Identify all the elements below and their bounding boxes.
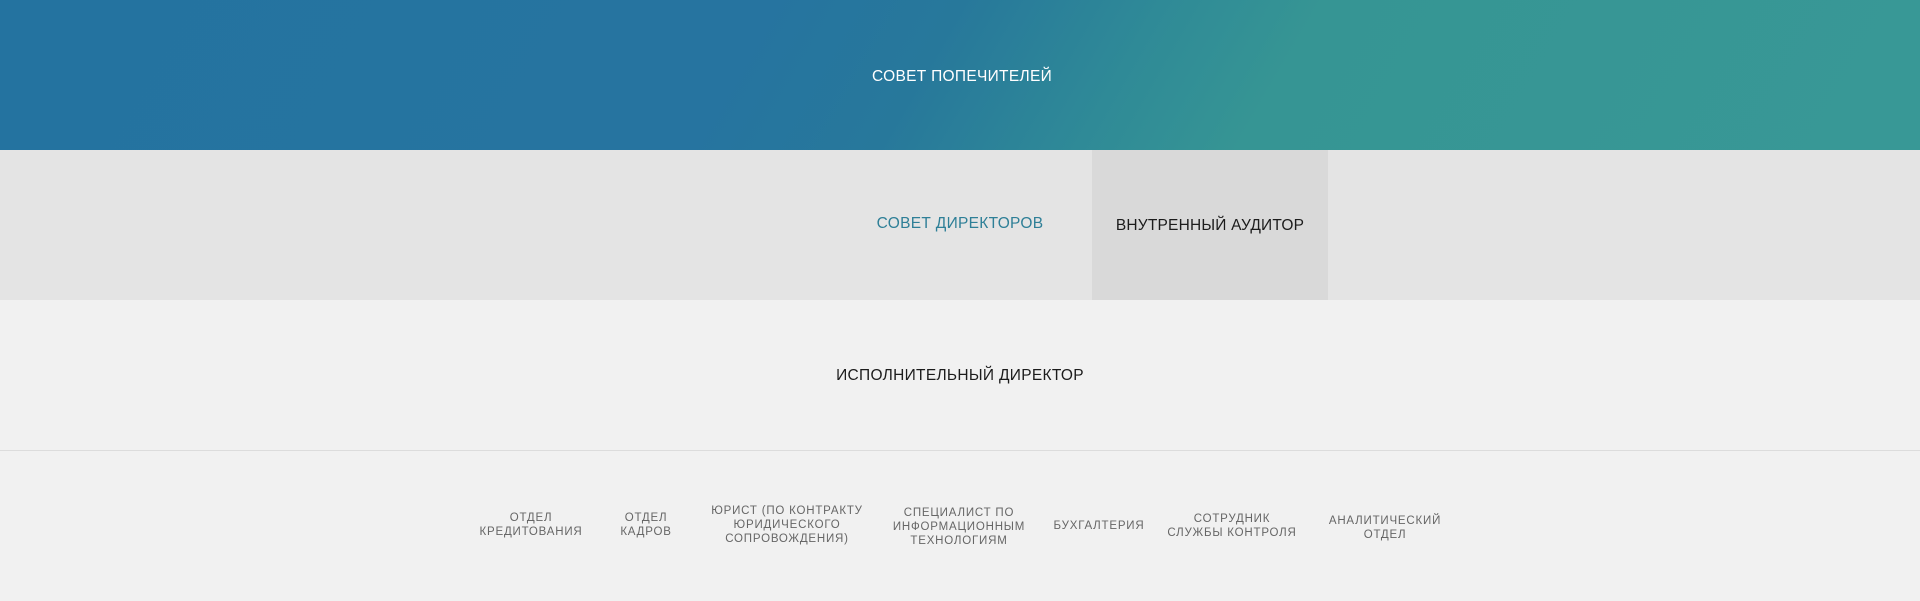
- dept-accounting[interactable]: БУХГАЛТЕРИЯ: [1054, 519, 1145, 533]
- departments-tier: ОТДЕЛ КРЕДИТОВАНИЯ ОТДЕЛ КАДРОВ ЮРИСТ (П…: [0, 451, 1920, 601]
- trustees-label[interactable]: СОВЕТ ПОПЕЧИТЕЛЕЙ: [0, 68, 1920, 86]
- dept-it-specialist[interactable]: СПЕЦИАЛИСТ ПО ИНФОРМАЦИОННЫМ ТЕХНОЛОГИЯМ: [893, 506, 1025, 548]
- dept-hr[interactable]: ОТДЕЛ КАДРОВ: [620, 511, 671, 539]
- auditor-cell[interactable]: ВНУТРЕННЫЙ АУДИТОР: [1092, 150, 1328, 300]
- trustees-tier: СОВЕТ ПОПЕЧИТЕЛЕЙ: [0, 0, 1920, 151]
- dept-control-officer[interactable]: СОТРУДНИК СЛУЖБЫ КОНТРОЛЯ: [1167, 512, 1296, 540]
- board-tier: СОВЕТ ДИРЕКТОРОВ ВНУТРЕННЫЙ АУДИТОР: [0, 150, 1920, 300]
- auditor-label: ВНУТРЕННЫЙ АУДИТОР: [1115, 217, 1305, 234]
- directors-link[interactable]: СОВЕТ ДИРЕКТОРОВ: [860, 215, 1060, 233]
- dept-credit[interactable]: ОТДЕЛ КРЕДИТОВАНИЯ: [480, 511, 583, 539]
- executive-tier: ИСПОЛНИТЕЛЬНЫЙ ДИРЕКТОР: [0, 300, 1920, 451]
- dept-lawyer[interactable]: ЮРИСТ (ПО КОНТРАКТУ ЮРИДИЧЕСКОГО СОПРОВО…: [711, 504, 863, 546]
- dept-analytics[interactable]: АНАЛИТИЧЕСКИЙ ОТДЕЛ: [1329, 514, 1441, 542]
- org-chart: СОВЕТ ПОПЕЧИТЕЛЕЙ СОВЕТ ДИРЕКТОРОВ ВНУТР…: [0, 0, 1920, 601]
- executive-label[interactable]: ИСПОЛНИТЕЛЬНЫЙ ДИРЕКТОР: [0, 367, 1920, 385]
